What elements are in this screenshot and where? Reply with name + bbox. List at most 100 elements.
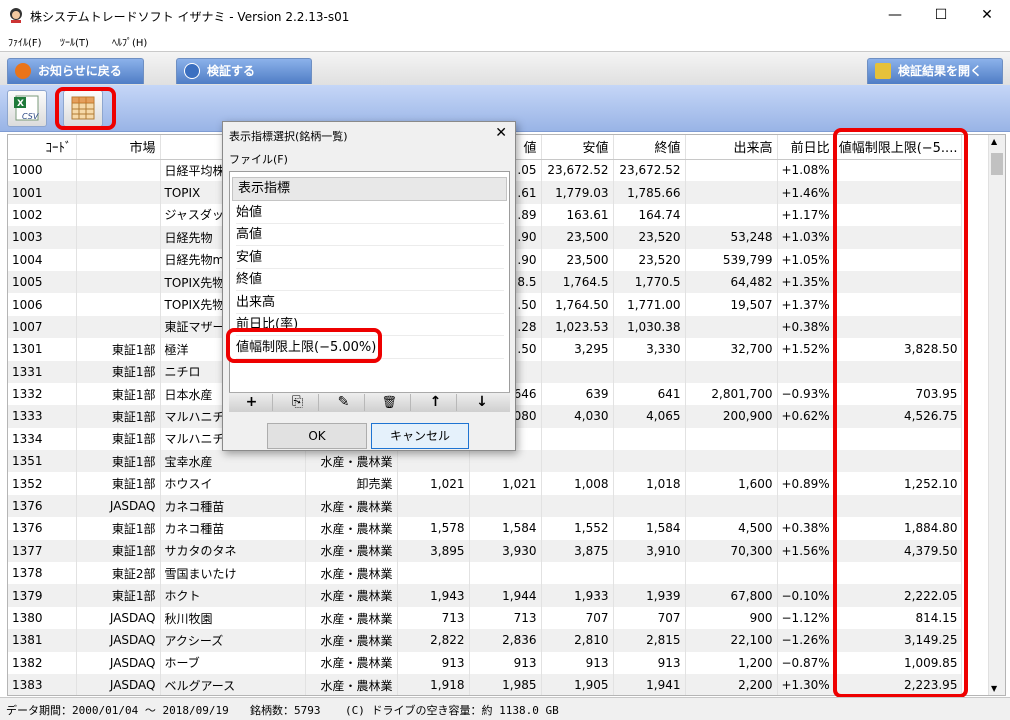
cell-change: −1.12% [777,606,835,630]
cell-volume [685,315,778,339]
table-row[interactable]: 1383 JASDAQ ベルグアース 水産・農林業 1,918 1,985 1,905 1,9… [8,673,963,695]
cell-change: +1.35% [777,270,835,294]
cell-open: 1,918 [397,673,470,695]
cell-low: 163.61 [541,203,614,227]
scroll-thumb[interactable] [991,153,1003,175]
cell-code: 1006 [8,293,77,316]
cell-volume: 67,800 [685,584,778,607]
indicator-list[interactable]: 表示指標 始値 高値 安値 終値 出来高 前日比(率) 値幅制限上限(−5.00… [229,171,510,411]
cell-open: 1,021 [397,472,470,495]
cell-market: JASDAQ [76,673,161,695]
indicator-select-button[interactable] [63,90,103,127]
table-row[interactable]: 1381 JASDAQ アクシーズ 水産・農林業 2,822 2,836 2,810 2,81… [8,629,963,652]
table-row[interactable]: 1380 JASDAQ 秋川牧園 水産・農林業 713 713 707 707 900 −1.12… [8,606,963,630]
cell-name: 宝幸水産 [160,450,306,473]
table-row[interactable]: 1377 東証1部 サカタのタネ 水産・農林業 3,895 3,930 3,875 3,910… [8,539,963,563]
add-icon[interactable]: + [231,394,273,411]
table-row[interactable]: 1351 東証1部 宝幸水産 水産・農林業 [8,450,963,473]
col-change[interactable]: 前日比 [777,135,835,160]
cell-high: 1,021 [469,472,542,495]
table-edit-icon [71,96,95,120]
cell-market: JASDAQ [76,606,161,630]
cell-change: +1.56% [777,539,835,563]
move-down-icon[interactable]: ↓ [461,394,503,411]
menu-help[interactable]: ﾍﾙﾌﾟ(H) [112,34,147,49]
maximize-button[interactable]: ☐ [918,0,964,30]
cell-volume: 70,300 [685,539,778,563]
cell-open: 1,943 [397,584,470,607]
cell-market [76,270,161,294]
minimize-button[interactable]: — [872,0,918,30]
table-row[interactable]: 1378 東証2部 雪国まいたけ 水産・農林業 [8,562,963,585]
edit-icon[interactable]: ✎ [323,394,365,411]
cell-close: 1,785.66 [613,181,686,204]
table-row[interactable]: 1379 東証1部 ホクト 水産・農林業 1,943 1,944 1,933 1,939 67,… [8,584,963,607]
cell-market [76,315,161,339]
cell-change [777,494,835,518]
cell-close [613,360,686,383]
cell-open [397,562,470,585]
tab-open-results[interactable]: 検証結果を開く [867,58,1003,84]
vertical-scrollbar[interactable]: ▲ ▼ [988,135,1005,695]
cell-market [76,293,161,316]
cell-volume: 19,507 [685,293,778,316]
col-code[interactable]: ｺｰﾄﾞ [8,135,77,160]
close-button[interactable]: ✕ [964,0,1010,30]
cell-low [541,450,614,473]
indicator-item[interactable]: 終値 [236,269,504,291]
tab-verify[interactable]: 検証する [176,58,312,84]
cell-low: 23,500 [541,226,614,249]
cell-low: 1,905 [541,673,614,695]
cell-industry: 水産・農林業 [305,562,398,585]
copy-icon[interactable]: ⎘ [277,394,319,411]
move-up-icon[interactable]: ↑ [415,394,457,411]
cell-low: 1,933 [541,584,614,607]
cell-industry: 水産・農林業 [305,606,398,630]
cell-market: 東証2部 [76,562,161,585]
col-market[interactable]: 市場 [76,135,161,160]
cell-market: 東証1部 [76,584,161,607]
csv-export-button[interactable]: X CSV [7,90,47,127]
col-low[interactable]: 安値 [541,135,614,160]
cell-high [469,494,542,518]
cell-price-limit [834,427,963,451]
cell-low: 2,810 [541,629,614,652]
cell-price-limit: 1,884.80 [834,517,963,540]
indicator-item[interactable]: 始値 [236,202,504,224]
cell-change: +1.05% [777,248,835,271]
cell-name: 秋川牧園 [160,606,306,630]
cell-code: 1301 [8,338,77,361]
menu-file[interactable]: ﾌｧｲﾙ(F) [8,34,42,49]
dialog-menu-file[interactable]: ファイル(F) [229,151,288,167]
svg-text:X: X [17,99,24,109]
indicator-item[interactable]: 安値 [236,247,504,269]
scroll-up-icon[interactable]: ▲ [991,137,997,146]
cancel-button[interactable]: キャンセル [371,423,469,449]
table-row[interactable]: 1352 東証1部 ホウスイ 卸売業 1,021 1,021 1,008 1,018 1,600… [8,472,963,495]
col-volume[interactable]: 出来高 [685,135,778,160]
table-row[interactable]: 1382 JASDAQ ホーブ 水産・農林業 913 913 913 913 1,200 −0.8… [8,651,963,674]
cell-market [76,159,161,182]
delete-icon[interactable]: 🗑 [369,394,411,411]
status-period: データ期間：2000/01/04 〜 2018/09/19 [6,704,229,717]
scroll-down-icon[interactable]: ▼ [991,684,997,693]
dialog-title: 表示指標選択(銘柄一覧) [229,130,348,143]
table-row[interactable]: 1376 JASDAQ カネコ種苗 水産・農林業 [8,494,963,518]
indicator-item-price-limit[interactable]: 値幅制限上限(−5.00%) [236,337,504,359]
tab-notice[interactable]: お知らせに戻る [7,58,144,84]
cell-change: −0.93% [777,382,835,406]
cell-volume: 32,700 [685,338,778,361]
cell-code: 1334 [8,427,77,451]
table-row[interactable]: 1376 東証1部 カネコ種苗 水産・農林業 1,578 1,584 1,552 1,584 4… [8,517,963,540]
indicator-item[interactable]: 高値 [236,224,504,246]
indicator-item[interactable]: 前日比(率) [236,314,504,336]
col-close[interactable]: 終値 [613,135,686,160]
cell-close [613,450,686,473]
cell-price-limit: 2,223.95 [834,673,963,695]
col-price-limit[interactable]: 値幅制限上限(−5.... [834,135,963,160]
status-count: 銘柄数：5793 [250,704,321,717]
indicator-item[interactable]: 出来高 [236,292,504,314]
menu-tools[interactable]: ﾂｰﾙ(T) [60,34,89,49]
ok-button[interactable]: OK [267,423,367,449]
dialog-close-icon[interactable]: ✕ [495,125,507,141]
